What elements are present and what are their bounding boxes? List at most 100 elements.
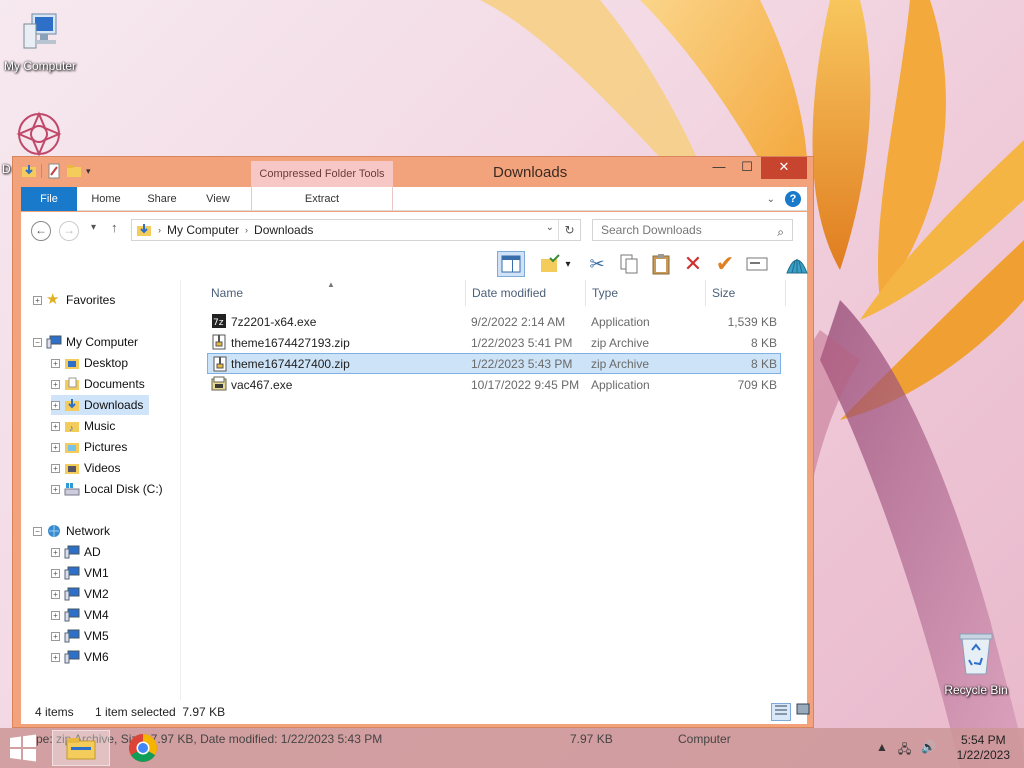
- copy-icon[interactable]: [615, 251, 643, 277]
- address-bar[interactable]: › My Computer › Downloads ⌄ ↻: [131, 219, 581, 241]
- show-hidden-icons-icon[interactable]: ▲: [876, 740, 888, 761]
- desktop-icon-label: D: [2, 162, 11, 176]
- tab-share[interactable]: Share: [135, 187, 189, 211]
- folder-options-dropdown-icon[interactable]: ▾: [561, 251, 575, 277]
- nav-network-ad[interactable]: + AD: [51, 542, 101, 562]
- collapse-icon[interactable]: −: [33, 337, 42, 347]
- properties-icon[interactable]: [46, 163, 62, 179]
- expand-icon[interactable]: +: [51, 463, 60, 473]
- music-folder-icon: ♪: [65, 422, 79, 433]
- folder-down-icon[interactable]: [21, 163, 37, 179]
- expand-icon[interactable]: +: [51, 652, 60, 662]
- nav-network-vm2[interactable]: + VM2: [51, 584, 109, 604]
- title-bar[interactable]: ▾ Compressed Folder Tools Downloads — ☐ …: [13, 157, 813, 187]
- nav-my-computer[interactable]: − My Computer: [33, 332, 138, 352]
- back-button[interactable]: ←: [31, 221, 51, 241]
- breadcrumb-separator[interactable]: ›: [245, 225, 248, 235]
- expand-icon[interactable]: +: [51, 610, 60, 620]
- search-icon[interactable]: ⌕: [777, 222, 784, 242]
- refresh-icon[interactable]: ↻: [558, 220, 580, 240]
- expand-icon[interactable]: +: [51, 484, 60, 494]
- breadcrumb-separator[interactable]: ›: [158, 225, 161, 235]
- file-row[interactable]: theme1674427193.zip 1/22/2023 5:41 PM zi…: [207, 332, 781, 353]
- forward-button[interactable]: →: [59, 221, 79, 241]
- desktop-icon-recycle-bin[interactable]: Recycle Bin: [936, 630, 1016, 697]
- nav-network-vm5[interactable]: + VM5: [51, 626, 109, 646]
- tab-view[interactable]: View: [191, 187, 245, 211]
- mandala-icon: [0, 110, 78, 161]
- 7zip-icon: 7z: [212, 314, 226, 328]
- compressed-folder-tools-header: Compressed Folder Tools: [251, 161, 393, 187]
- tab-home[interactable]: Home: [79, 187, 133, 211]
- maximize-button[interactable]: ☐: [733, 157, 761, 179]
- collapse-icon[interactable]: −: [33, 526, 42, 536]
- file-row-selected[interactable]: theme1674427400.zip 1/22/2023 5:43 PM zi…: [207, 353, 781, 374]
- nav-documents[interactable]: + Documents: [51, 374, 145, 394]
- address-dropdown-icon[interactable]: ⌄: [546, 222, 554, 233]
- file-row[interactable]: 7z 7z2201-x64.exe 9/2/2022 2:14 AM Appli…: [207, 311, 781, 332]
- column-header-name[interactable]: Name: [211, 286, 243, 300]
- expand-icon[interactable]: +: [51, 568, 60, 578]
- expand-icon[interactable]: +: [51, 421, 60, 431]
- windows-start-icon[interactable]: [8, 734, 38, 762]
- large-icons-view-button[interactable]: [793, 703, 813, 721]
- desktop-icon-label: Recycle Bin: [944, 683, 1008, 697]
- help-icon[interactable]: ?: [785, 191, 801, 207]
- expand-ribbon-icon[interactable]: ⌄: [767, 194, 775, 205]
- recent-locations-button[interactable]: ▾: [91, 222, 96, 233]
- nav-videos[interactable]: + Videos: [51, 458, 120, 478]
- tab-file[interactable]: File: [21, 187, 77, 211]
- nav-network-vm4[interactable]: + VM4: [51, 605, 109, 625]
- volume-icon[interactable]: 🔊: [921, 740, 936, 761]
- expand-icon[interactable]: +: [51, 358, 60, 368]
- file-size: 8 KB: [750, 357, 777, 371]
- svg-text:7z: 7z: [213, 318, 224, 328]
- expand-icon[interactable]: +: [51, 589, 60, 599]
- shell-icon[interactable]: [783, 251, 811, 277]
- preview-pane-button[interactable]: [497, 251, 525, 277]
- expand-icon[interactable]: +: [51, 631, 60, 641]
- nav-favorites[interactable]: + ★ Favorites: [33, 290, 115, 310]
- taskbar-file-explorer[interactable]: [52, 730, 110, 766]
- new-folder-icon[interactable]: [66, 163, 82, 179]
- nav-music[interactable]: + ♪ Music: [51, 416, 115, 436]
- search-input[interactable]: Search Downloads ⌕: [592, 219, 793, 241]
- navigation-pane: + ★ Favorites − My Computer + Desktop + …: [21, 280, 181, 700]
- column-header-date-modified[interactable]: Date modified: [472, 286, 546, 300]
- expand-icon[interactable]: +: [33, 295, 42, 305]
- paste-icon[interactable]: [647, 251, 675, 277]
- close-button[interactable]: ✕: [761, 157, 807, 179]
- customize-qat-icon[interactable]: ▾: [86, 166, 91, 177]
- rename-icon[interactable]: [743, 251, 771, 277]
- expand-icon[interactable]: +: [51, 442, 60, 452]
- minimize-button[interactable]: —: [705, 157, 733, 179]
- desktop-icon-my-computer[interactable]: My Computer: [0, 10, 80, 73]
- clock[interactable]: 5:54 PM 1/22/2023: [957, 733, 1010, 763]
- expand-icon[interactable]: +: [51, 379, 60, 389]
- column-header-size[interactable]: Size: [712, 286, 735, 300]
- taskbar-chrome[interactable]: [114, 730, 172, 766]
- delete-icon[interactable]: ✕: [679, 251, 707, 277]
- network-computer-icon: [64, 650, 80, 664]
- file-row[interactable]: vac467.exe 10/17/2022 9:45 PM Applicatio…: [207, 374, 781, 395]
- network-computer-icon: [64, 608, 80, 622]
- breadcrumb-my-computer[interactable]: My Computer: [167, 223, 239, 237]
- tab-extract[interactable]: Extract: [251, 187, 393, 211]
- nav-network[interactable]: − Network: [33, 521, 110, 541]
- nav-desktop[interactable]: + Desktop: [51, 353, 128, 373]
- cut-icon[interactable]: ✂: [583, 251, 611, 277]
- up-button[interactable]: ↑: [111, 220, 118, 235]
- sort-ascending-icon: ▲: [327, 280, 335, 289]
- breadcrumb-downloads[interactable]: Downloads: [254, 223, 313, 237]
- nav-network-vm1[interactable]: + VM1: [51, 563, 109, 583]
- nav-pictures[interactable]: + Pictures: [51, 437, 127, 457]
- column-header-type[interactable]: Type: [592, 286, 618, 300]
- check-icon[interactable]: ✔: [711, 251, 739, 277]
- network-status-icon[interactable]: 🖧: [898, 740, 911, 761]
- nav-downloads[interactable]: + Downloads: [51, 395, 150, 415]
- details-view-button[interactable]: [771, 703, 791, 721]
- expand-icon[interactable]: +: [51, 400, 60, 410]
- nav-network-vm6[interactable]: + VM6: [51, 647, 109, 667]
- nav-local-disk[interactable]: + Local Disk (C:): [51, 479, 163, 499]
- expand-icon[interactable]: +: [51, 547, 60, 557]
